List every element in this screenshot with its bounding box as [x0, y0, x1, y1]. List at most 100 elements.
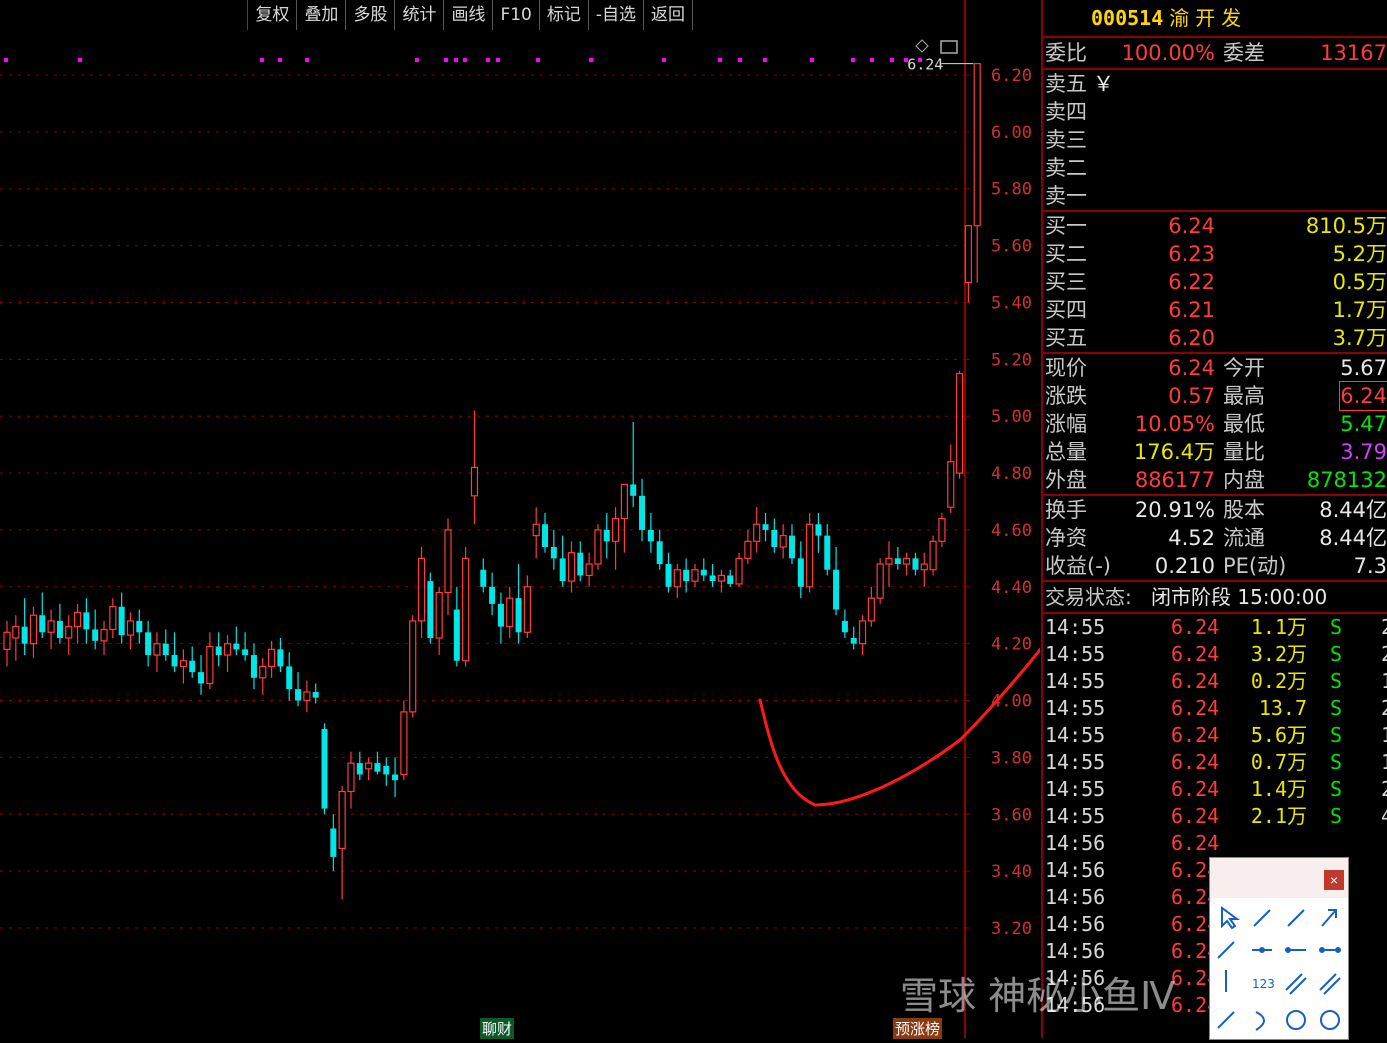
candle-body: [903, 557, 911, 565]
buy-price: 6.22: [1168, 270, 1215, 294]
candle-body: [947, 461, 955, 508]
stat-label: 现价: [1045, 356, 1087, 380]
watermark: 雪球 神秘小鱼Ⅳ: [900, 974, 1176, 1018]
tick-price: 6.24: [1171, 669, 1220, 693]
tick-row[interactable]: 14:56 6.24: [1043, 830, 1387, 857]
candle-body: [639, 495, 646, 530]
badge-left[interactable]: 聊财: [480, 1018, 515, 1039]
drawing-tools-panel[interactable]: × 123: [1209, 857, 1349, 1040]
sell-label: 卖四: [1045, 100, 1087, 124]
tick-side: S: [1330, 777, 1343, 801]
candle-body: [109, 606, 117, 631]
tick-count: 2: [1381, 614, 1387, 641]
fund-value-2: 7.3: [1353, 554, 1387, 578]
candle-body: [374, 763, 381, 772]
y-tick-label: 5.80: [991, 180, 1032, 200]
event-marker: [305, 58, 309, 62]
toolbar-item-1[interactable]: 叠加: [297, 0, 347, 30]
weicha-value: 13167: [1320, 41, 1387, 65]
candle-body: [594, 529, 602, 565]
toolbar-item-8[interactable]: 返回: [644, 0, 693, 30]
toolbar-item-2[interactable]: 多股: [346, 0, 396, 30]
stat-row: 现价 6.24 今开 5.67: [1043, 354, 1387, 382]
toolbar-item-7[interactable]: -自选: [589, 0, 644, 30]
sell-label: 卖二: [1045, 156, 1087, 180]
candle-body: [858, 620, 867, 645]
toolbar-item-0[interactable]: 复权: [248, 0, 298, 30]
candle-body: [656, 541, 663, 565]
candle-body: [268, 648, 276, 668]
candle-body: [577, 552, 584, 576]
fund-label-2: 股本: [1223, 498, 1265, 522]
tick-time: 14:55: [1045, 669, 1106, 693]
candle-body: [585, 563, 593, 577]
stat-label-2: 最高: [1223, 384, 1265, 408]
y-tick-label: 4.60: [991, 521, 1032, 541]
candle-body: [850, 637, 857, 644]
candle-body: [841, 620, 848, 633]
tick-row[interactable]: 14:55 6.24 2.1万 S 4: [1043, 803, 1387, 830]
y-tick-label: 4.20: [991, 635, 1032, 655]
fund-value: 20.91%: [1134, 498, 1215, 522]
stat-value: 10.05%: [1134, 412, 1215, 436]
kline-chart[interactable]: 6.20 6.00 5.80 5.60 5.40 5.20 5.00 4.80 4.60 4.40…: [0, 0, 1040, 1038]
fund-row: 换手 20.91% 股本 8.44亿: [1043, 496, 1387, 524]
tick-row[interactable]: 14:55 6.24 1.1万 S 2: [1043, 614, 1387, 641]
candle-body: [153, 643, 161, 656]
drawing-tools-titlebar[interactable]: ×: [1210, 858, 1348, 898]
annotation-curve: [758, 647, 1040, 807]
sell-book: 卖五 ￥ 卖四 卖三 卖二 卖一: [1043, 70, 1387, 212]
candle-body: [47, 620, 55, 633]
kline-chart-area[interactable]: 6.20 6.00 5.80 5.60 5.40 5.20 5.00 4.80 4.60 4.40…: [0, 0, 1040, 1039]
event-marker: [486, 58, 490, 62]
toolbar-item-5[interactable]: F10: [493, 0, 540, 30]
candle-body: [894, 558, 901, 565]
candle-body: [29, 614, 38, 645]
event-marker: [454, 58, 458, 62]
candle-body: [242, 649, 249, 656]
close-icon[interactable]: ×: [1324, 870, 1344, 890]
fund-row: 净资 4.52 流通 8.44亿: [1043, 524, 1387, 552]
tick-row[interactable]: 14:556.2413.7万S2: [1043, 695, 1387, 747]
tick-count: 1: [1381, 668, 1387, 695]
tick-row[interactable]: 14:55 6.24 3.2万 S 2: [1043, 641, 1387, 668]
candle-body: [427, 581, 434, 638]
badge-right[interactable]: 预涨榜: [893, 1018, 943, 1039]
candle-body: [497, 603, 504, 627]
candle-body: [206, 645, 214, 685]
candle-body: [867, 597, 875, 622]
ray-tool-icon: [1287, 909, 1305, 927]
tick-row[interactable]: 14:55 6.24 0.2万 S 1: [1043, 668, 1387, 695]
candle-body: [162, 643, 169, 656]
stat-value: 886177: [1134, 468, 1215, 492]
candle-body: [833, 569, 840, 610]
candle-body: [12, 626, 20, 639]
fund-row: 收益(-) 0.210 PE(动) 7.3: [1043, 552, 1387, 580]
tick-count: 2: [1381, 776, 1387, 803]
candle-body: [489, 586, 496, 604]
buy-row: 买一 6.24 810.5万: [1043, 212, 1387, 240]
event-marker: [78, 58, 82, 62]
toolbar-item-6[interactable]: 标记: [540, 0, 589, 30]
status-value: 闭市阶段 15:00:00: [1151, 585, 1328, 609]
buy-price: 6.24: [1168, 214, 1215, 238]
stat-label-2: 量比: [1223, 440, 1265, 464]
candle-body: [330, 828, 337, 857]
toolbar-item-4[interactable]: 画线: [444, 0, 494, 30]
circle-tool-icon: [1286, 1010, 1306, 1030]
event-marker: [662, 58, 666, 62]
tick-row[interactable]: 14:55 6.24 5.6万 S 1: [1043, 722, 1387, 749]
stat-row: 涨跌 0.57 最高 6.24: [1043, 381, 1387, 411]
event-marker: [738, 58, 742, 62]
buy-row: 买二 6.23 5.2万: [1043, 240, 1387, 268]
tick-row[interactable]: 14:55 6.24 0.7万 S 1: [1043, 749, 1387, 776]
candle-body: [303, 691, 311, 702]
tick-row[interactable]: 14:55 6.24 1.4万 S 2: [1043, 776, 1387, 803]
tick-volume: 1.1万: [1250, 615, 1307, 639]
tick-volume: 2.1万: [1250, 804, 1307, 828]
arrow-tool-icon: [1321, 909, 1337, 927]
drawing-tools-grid[interactable]: 123: [1210, 898, 1348, 1038]
toolbar-item-3[interactable]: 统计: [395, 0, 445, 30]
y-tick-label: 5.00: [991, 407, 1032, 427]
candle-body: [700, 569, 707, 576]
